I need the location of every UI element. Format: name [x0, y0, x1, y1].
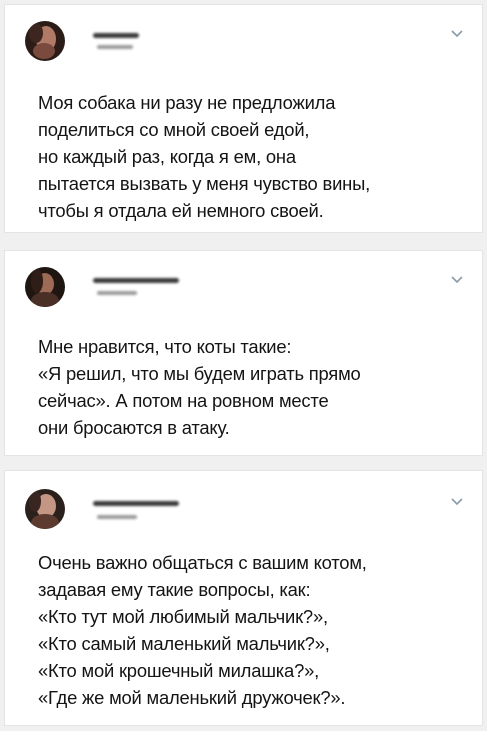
user-avatar-icon[interactable] — [25, 489, 65, 529]
chevron-down-icon[interactable] — [450, 497, 464, 507]
author-handle-redacted — [97, 45, 133, 49]
tweet-text: Очень важно общаться с вашим котом, зада… — [38, 552, 367, 708]
user-avatar-icon[interactable] — [25, 267, 65, 307]
user-avatar-icon[interactable] — [25, 21, 65, 61]
chevron-down-icon[interactable] — [450, 275, 464, 285]
tweet-text: Мне нравится, что коты такие: «Я решил, … — [38, 336, 361, 438]
author-name-redacted — [93, 33, 139, 38]
tweet-card-2: Мне нравится, что коты такие: «Я решил, … — [4, 250, 483, 456]
chevron-down-icon[interactable] — [450, 29, 464, 39]
author-handle-redacted — [97, 291, 137, 295]
tweet-card-3: Очень важно общаться с вашим котом, зада… — [4, 470, 483, 726]
author-name-redacted — [93, 501, 179, 506]
author-name-redacted — [93, 278, 179, 283]
author-handle-redacted — [97, 515, 137, 519]
tweet-text: Моя собака ни разу не предложила поделит… — [38, 92, 371, 221]
tweet-card-1: Моя собака ни разу не предложила поделит… — [4, 4, 483, 233]
